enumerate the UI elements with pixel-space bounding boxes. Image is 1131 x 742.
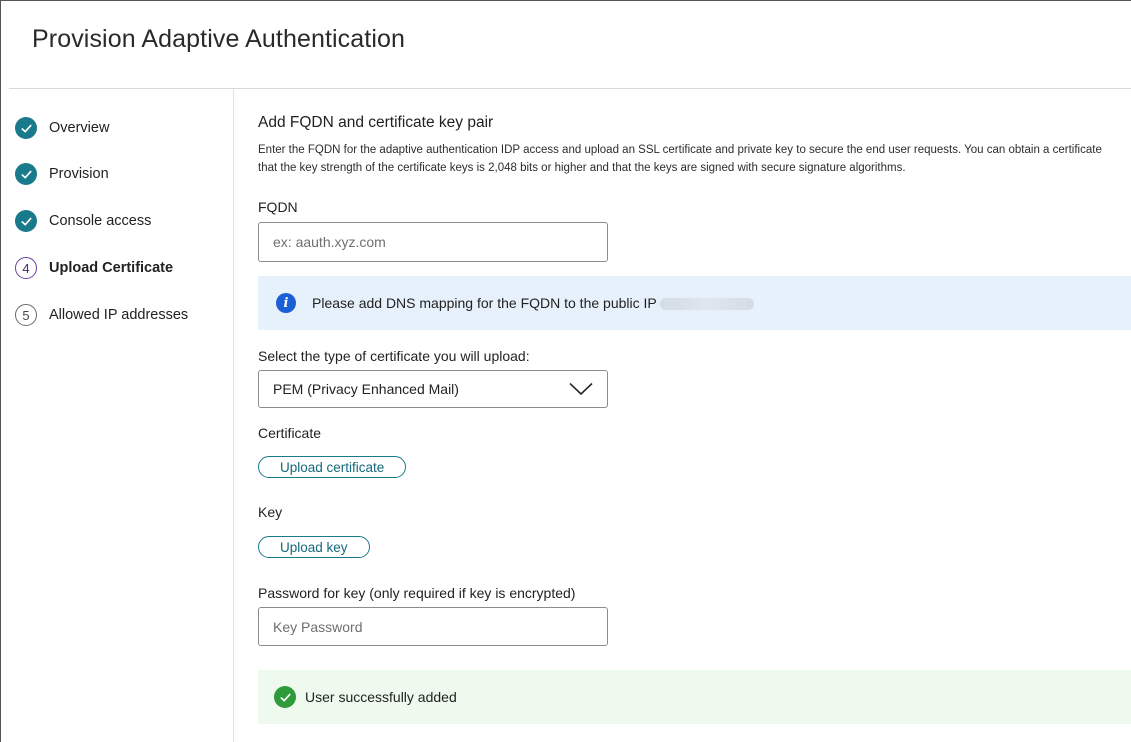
info-banner: i Please add DNS mapping for the FQDN to… [258,276,1131,330]
step-provision[interactable]: Provision [15,162,109,186]
cert-type-label: Select the type of certificate you will … [258,348,530,364]
fqdn-label: FQDN [258,199,298,215]
section-description: Enter the FQDN for the adaptive authenti… [258,141,1131,177]
step-label: Console access [49,213,152,229]
step-number-icon: 5 [15,304,37,326]
redacted-ip [659,298,754,311]
upload-key-button[interactable]: Upload key [258,536,370,558]
info-message: Please add DNS mapping for the FQDN to t… [312,295,657,311]
check-circle-icon [15,210,37,232]
info-banner-text: Please add DNS mapping for the FQDN to t… [312,295,754,311]
certificate-label: Certificate [258,425,322,441]
success-banner: User successfully added [258,670,1131,724]
check-circle-icon [15,117,37,139]
key-password-label: Password for key (only required if key i… [258,585,576,601]
step-label: Upload Certificate [49,260,174,276]
fqdn-input[interactable] [258,222,608,262]
step-overview[interactable]: Overview [15,116,109,140]
cert-type-selected-value: PEM (Privacy Enhanced Mail) [273,381,459,397]
success-message: User successfully added [305,689,457,705]
key-password-input[interactable] [258,607,608,646]
stepper-sidebar: Overview Provision Console access 4 Uplo… [9,89,234,742]
step-console-access[interactable]: Console access [15,209,151,233]
check-circle-icon [15,163,37,185]
page-title: Provision Adaptive Authentication [32,25,405,53]
step-label: Provision [49,166,109,182]
main-content: Add FQDN and certificate key pair Enter … [258,89,1131,742]
step-number-icon: 4 [15,257,37,279]
cert-type-select[interactable]: PEM (Privacy Enhanced Mail) [258,370,608,408]
description-line: that the key strength of the certificate… [258,162,906,174]
step-allowed-ip-addresses[interactable]: 5 Allowed IP addresses [15,303,188,327]
window-frame: Provision Adaptive Authentication Overvi… [0,0,1131,742]
section-title: Add FQDN and certificate key pair [258,114,494,131]
description-line: Enter the FQDN for the adaptive authenti… [258,144,1102,156]
step-label: Overview [49,120,110,136]
step-label: Allowed IP addresses [49,307,189,323]
upload-certificate-button[interactable]: Upload certificate [258,456,407,478]
check-circle-icon [274,686,296,708]
key-label: Key [258,504,283,520]
info-icon: i [276,293,296,313]
chevron-down-icon [569,382,593,395]
step-upload-certificate[interactable]: 4 Upload Certificate [15,256,173,280]
